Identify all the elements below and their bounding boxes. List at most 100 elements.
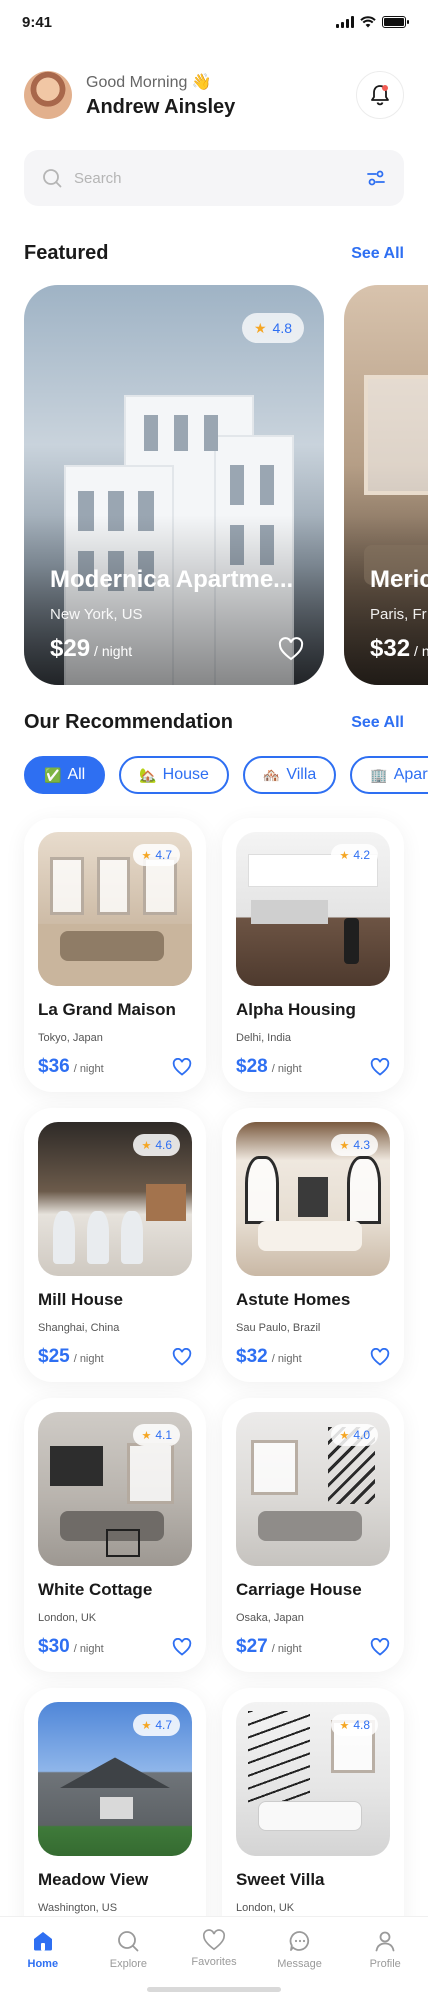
- featured-see-all-link[interactable]: See All: [351, 245, 404, 263]
- rating-value: 4.7: [155, 1718, 172, 1732]
- rating-badge: ★ 4.8: [241, 313, 304, 343]
- filter-icon[interactable]: [366, 169, 386, 187]
- star-icon: ★: [339, 1139, 350, 1152]
- featured-title: Featured: [24, 242, 109, 264]
- battery-icon: [382, 16, 409, 28]
- property-image: ★ 4.7: [38, 832, 192, 986]
- price-value: $25: [38, 1346, 70, 1367]
- search-icon: [43, 169, 62, 188]
- heart-icon[interactable]: [278, 637, 304, 661]
- rating-badge: ★ 4.8: [331, 1714, 378, 1736]
- chip-label: All: [67, 766, 86, 783]
- recommendation-see-all-link[interactable]: See All: [351, 714, 404, 732]
- tab-label: Favorites: [191, 1956, 237, 1968]
- property-image: ★ 4.7: [38, 1702, 192, 1856]
- star-icon: ★: [339, 1719, 350, 1732]
- rating-value: 4.2: [353, 848, 370, 862]
- featured-card-location: Paris, Fr: [370, 606, 427, 623]
- property-card[interactable]: ★ 4.7 La Grand Maison Tokyo, Japan $36/ n…: [24, 818, 206, 1092]
- filter-chip-all[interactable]: ✅ All: [24, 756, 106, 794]
- tab-home[interactable]: Home: [8, 1929, 78, 2000]
- star-icon: ★: [141, 1429, 152, 1442]
- property-card[interactable]: ★ 4.2 Alpha Housing Delhi, India $28/ nig…: [222, 818, 404, 1092]
- rating-value: 4.7: [155, 848, 172, 862]
- featured-info: Meric Paris, Fr $32/ n: [370, 566, 428, 663]
- message-icon: [289, 1931, 309, 1951]
- avatar[interactable]: [24, 71, 72, 119]
- heart-icon[interactable]: [172, 1638, 192, 1656]
- star-icon: ★: [141, 1139, 152, 1152]
- heart-icon[interactable]: [172, 1348, 192, 1366]
- property-title: Mill House: [38, 1290, 124, 1309]
- tab-profile[interactable]: Profile: [350, 1929, 420, 2000]
- featured-card-price: $29/ night: [50, 635, 132, 663]
- notification-button[interactable]: [356, 71, 404, 119]
- recommendation-header: Our Recommendation See All: [0, 711, 428, 734]
- heart-icon[interactable]: [370, 1348, 390, 1366]
- search-input[interactable]: Search: [74, 170, 366, 187]
- filter-chip-house[interactable]: 🏡 House: [119, 756, 229, 794]
- rating-value: 4.8: [353, 1718, 370, 1732]
- heart-icon[interactable]: [172, 1058, 192, 1076]
- property-location: Delhi, India: [236, 1032, 292, 1044]
- property-title: Carriage House: [236, 1580, 362, 1599]
- tab-label: Explore: [109, 1958, 148, 1970]
- featured-card-location: New York, US: [50, 606, 143, 623]
- property-price: $27/ night: [236, 1636, 302, 1658]
- featured-card-title: Modernica Apartme...: [50, 566, 294, 593]
- tab-label: Home: [27, 1958, 59, 1970]
- status-bar: 9:41: [0, 0, 428, 44]
- property-image: ★ 4.2: [236, 832, 390, 986]
- heart-icon: [202, 1929, 225, 1951]
- featured-info: Modernica Apartme... New York, US $29/ n…: [50, 566, 304, 663]
- recommendation-title: Our Recommendation: [24, 711, 233, 733]
- price-value: $28: [236, 1056, 268, 1077]
- heart-icon[interactable]: [370, 1638, 390, 1656]
- property-location: Shanghai, China: [38, 1322, 120, 1334]
- property-title: Sweet Villa: [236, 1870, 325, 1889]
- featured-card-price: $32/ n: [370, 635, 428, 663]
- rating-badge: ★ 4.7: [133, 1714, 180, 1736]
- star-icon: ★: [141, 849, 152, 862]
- featured-header: Featured See All: [0, 242, 428, 265]
- property-image: ★ 4.0: [236, 1412, 390, 1566]
- user-name: Andrew Ainsley: [86, 95, 236, 118]
- star-icon: ★: [141, 1719, 152, 1732]
- property-card[interactable]: ★ 4.3 Astute Homes Sau Paulo, Brazil $32/…: [222, 1108, 404, 1382]
- property-card[interactable]: ★ 4.6 Mill House Shanghai, China $25/ nig…: [24, 1108, 206, 1382]
- featured-card[interactable]: ★ 4.8 Modernica Apartme... New York, US …: [24, 285, 324, 685]
- property-image: ★ 4.3: [236, 1122, 390, 1276]
- property-price: $30/ night: [38, 1636, 104, 1658]
- property-image: ★ 4.6: [38, 1122, 192, 1276]
- featured-card[interactable]: Meric Paris, Fr $32/ n: [344, 285, 428, 685]
- property-title: White Cottage: [38, 1580, 153, 1599]
- tab-label: Profile: [369, 1958, 401, 1970]
- chip-emoji: ✅: [44, 766, 62, 783]
- property-location: Osaka, Japan: [236, 1612, 304, 1624]
- chip-label: Apartm: [393, 766, 428, 783]
- property-title: La Grand Maison: [38, 1000, 176, 1019]
- filter-chip-apartment[interactable]: 🏢 Apartm: [350, 756, 428, 794]
- property-card[interactable]: ★ 4.0 Carriage House Osaka, Japan $27/ ni…: [222, 1398, 404, 1672]
- property-card[interactable]: ★ 4.1 White Cottage London, UK $30/ night: [24, 1398, 206, 1672]
- price-value: $32: [370, 635, 411, 662]
- property-location: Tokyo, Japan: [38, 1032, 103, 1044]
- search-bar[interactable]: Search: [24, 150, 404, 206]
- filter-chip-villa[interactable]: 🏘️ Villa: [242, 756, 337, 794]
- rating-badge: ★ 4.6: [133, 1134, 180, 1156]
- chip-emoji: 🏘️: [262, 766, 281, 783]
- property-price: $25/ night: [38, 1346, 104, 1368]
- rating-badge: ★ 4.7: [133, 844, 180, 866]
- property-title: Alpha Housing: [236, 1000, 356, 1019]
- chip-label: House: [162, 766, 209, 783]
- star-icon: ★: [339, 849, 350, 862]
- explore-icon: [118, 1931, 139, 1952]
- rating-value: 4.3: [353, 1138, 370, 1152]
- heart-icon[interactable]: [370, 1058, 390, 1076]
- status-icons: [336, 16, 409, 28]
- price-unit: / night: [94, 643, 133, 659]
- price-value: $27: [236, 1636, 268, 1657]
- price-unit: / night: [271, 1063, 302, 1075]
- chip-emoji: 🏢: [370, 766, 388, 783]
- featured-carousel[interactable]: ★ 4.8 Modernica Apartme... New York, US …: [0, 285, 428, 685]
